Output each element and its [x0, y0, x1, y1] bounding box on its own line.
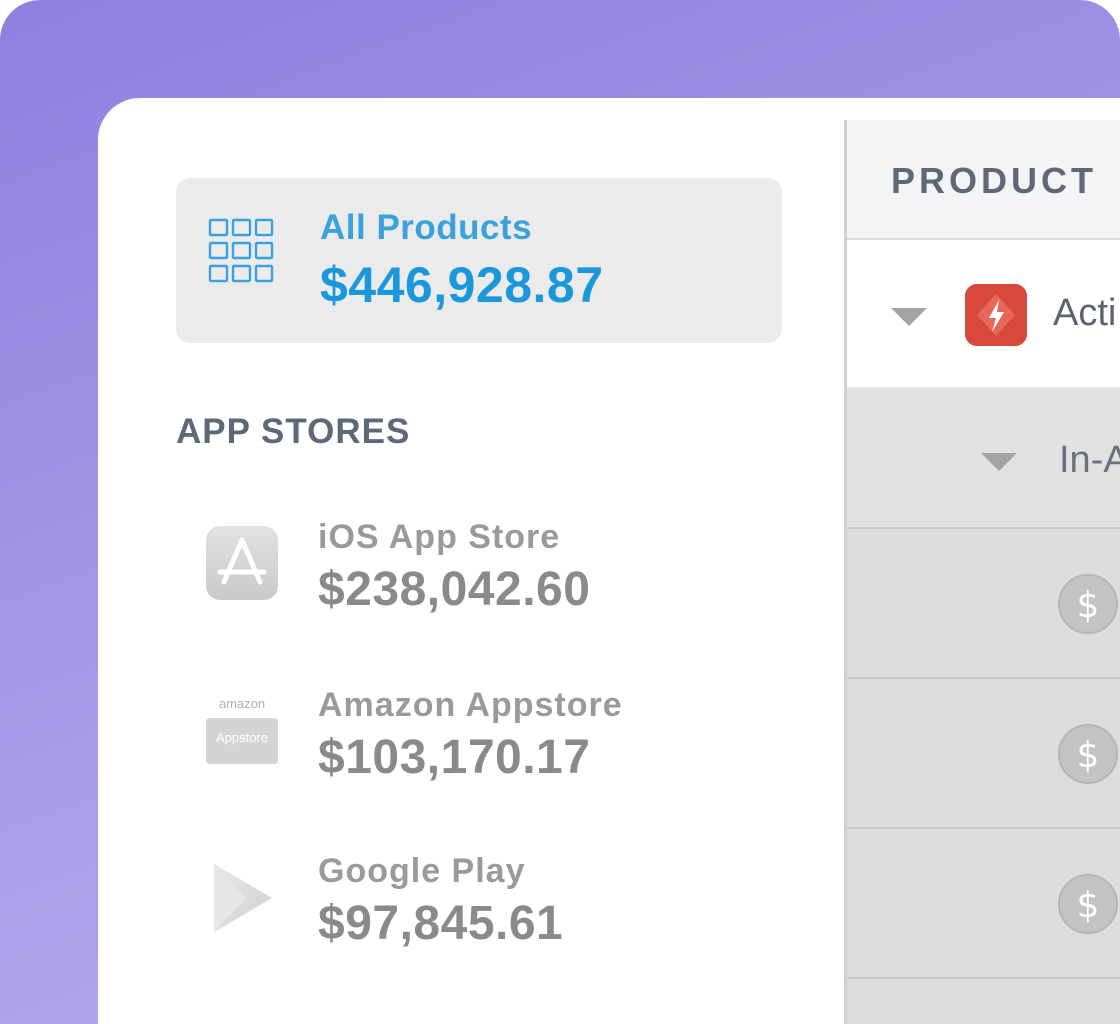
all-products-filter[interactable]: All Products $446,928.87	[176, 178, 782, 343]
store-ios-app-store[interactable]: iOS App Store $238,042.60	[198, 518, 758, 638]
group-name: In-A	[1059, 439, 1120, 481]
dollar-icon: $	[1058, 724, 1118, 784]
product-name: Acti	[1053, 292, 1117, 334]
table-row[interactable]: Acti	[847, 240, 1120, 389]
appstore-logo-text: Appstore	[215, 730, 269, 745]
svg-text:$: $	[1077, 735, 1100, 776]
table-row[interactable]: $	[847, 529, 1120, 679]
appstore-badge: Appstore	[206, 718, 278, 764]
svg-text:$: $	[1077, 585, 1100, 626]
amazon-appstore-icon: amazon Appstore	[206, 696, 278, 768]
table-header: PRODUCT	[847, 120, 1120, 240]
table-row[interactable]: In-A	[847, 389, 1120, 529]
store-google-play[interactable]: Google Play $97,845.61	[198, 852, 758, 972]
all-products-amount: $446,928.87	[320, 257, 604, 313]
store-amount: $238,042.60	[318, 563, 591, 616]
table-row[interactable]	[847, 979, 1120, 1024]
store-name: iOS App Store	[318, 518, 561, 556]
table-row[interactable]: $	[847, 679, 1120, 829]
caret-down-icon[interactable]	[981, 453, 1017, 471]
store-amount: $97,845.61	[318, 897, 564, 950]
table-row[interactable]: $	[847, 829, 1120, 979]
caret-down-icon[interactable]	[891, 308, 927, 326]
app-store-icon	[206, 526, 278, 600]
dollar-icon: $	[1058, 574, 1118, 634]
store-name: Google Play	[318, 852, 526, 890]
column-header-product[interactable]: PRODUCT	[891, 160, 1097, 202]
store-amount: $103,170.17	[318, 731, 591, 784]
lightning-app-icon	[965, 284, 1027, 346]
dollar-icon: $	[1058, 874, 1118, 934]
dashboard-card: All Products $446,928.87 APP STORES iOS …	[98, 98, 1120, 1024]
amazon-logo-text: amazon	[218, 696, 266, 711]
svg-text:$: $	[1077, 885, 1100, 926]
google-play-icon	[214, 864, 272, 932]
product-table: PRODUCT Acti In-A $ $ $	[844, 120, 1120, 1024]
store-amazon-appstore[interactable]: amazon Appstore Amazon Appstore $103,170…	[198, 686, 758, 806]
app-stores-heading: APP STORES	[176, 412, 411, 451]
store-name: Amazon Appstore	[318, 686, 623, 724]
all-products-label: All Products	[320, 208, 533, 247]
grid-icon	[208, 218, 274, 283]
